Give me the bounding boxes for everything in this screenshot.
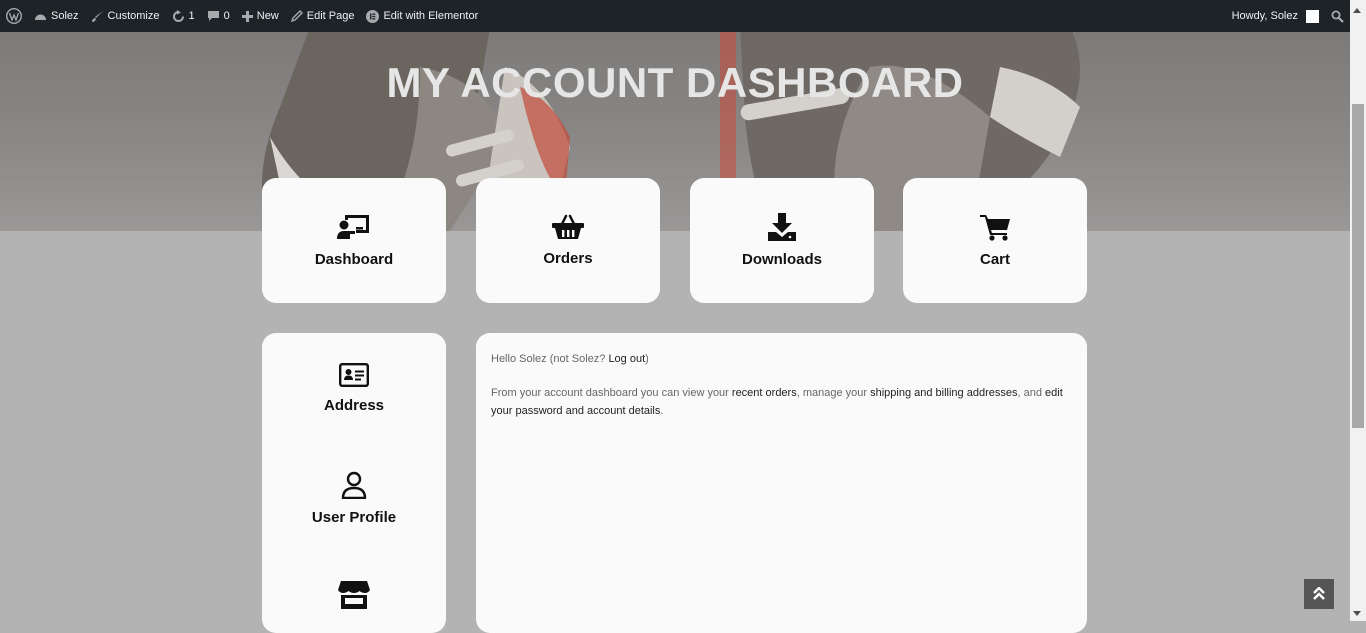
not-user-text: (not	[546, 353, 572, 365]
elementor-link[interactable]: Edit with Elementor	[360, 0, 484, 32]
dashboard-teacher-icon	[337, 215, 369, 239]
page-scrollbar[interactable]	[1350, 0, 1366, 621]
admin-bar: Solez Customize 1 0 New Edit Page Edit w…	[0, 0, 1350, 32]
new-content-link[interactable]: New	[236, 0, 285, 32]
avatar	[1306, 9, 1319, 23]
account-sidebar: Address User Profile	[262, 333, 446, 633]
intro-text-c: , and	[1017, 387, 1046, 399]
cart-label: Cart	[979, 251, 1010, 268]
elementor-icon	[366, 9, 380, 23]
comments-count: 0	[223, 10, 230, 22]
updates-count: 1	[188, 10, 195, 22]
orders-card[interactable]: Orders	[476, 178, 660, 303]
scroll-up-arrow-icon[interactable]	[1353, 8, 1361, 13]
orders-label: Orders	[543, 250, 593, 267]
search-icon	[1331, 10, 1344, 23]
howdy-label: Howdy, Solez	[1231, 10, 1298, 22]
comment-icon	[207, 11, 219, 21]
scroll-down-arrow-icon[interactable]	[1353, 611, 1361, 616]
intro-text-b: , manage your	[796, 387, 871, 399]
site-name-link[interactable]: Solez	[28, 0, 85, 32]
admin-search-button[interactable]	[1325, 0, 1350, 32]
new-label: New	[256, 10, 279, 22]
downloads-card[interactable]: Downloads	[690, 178, 874, 303]
user-outline-icon	[341, 471, 367, 499]
intro-paragraph: From your account dashboard you can view…	[491, 384, 1072, 420]
refresh-icon	[172, 9, 184, 22]
shopping-cart-icon	[980, 215, 1010, 241]
brush-icon	[91, 10, 103, 22]
address-label: Address	[323, 397, 385, 414]
dashboard-content: Hello Solez (not Solez? Log out) From yo…	[476, 333, 1087, 633]
wordpress-logo-icon[interactable]	[0, 0, 28, 32]
edit-page-label: Edit Page	[306, 10, 355, 22]
user-profile-label: User Profile	[311, 509, 397, 526]
basket-icon	[552, 214, 584, 239]
greeting-text: Hello	[491, 353, 520, 365]
site-name: Solez	[51, 10, 79, 22]
recent-orders-link[interactable]: recent orders	[732, 387, 797, 399]
store-link[interactable]	[262, 581, 446, 609]
edit-page-link[interactable]: Edit Page	[285, 0, 361, 32]
dashboard-card[interactable]: Dashboard	[262, 178, 446, 303]
plus-icon	[241, 10, 253, 22]
back-to-top-button[interactable]	[1304, 579, 1334, 609]
close-paren: )	[645, 353, 649, 365]
greeting-username: Solez	[519, 353, 547, 365]
scroll-thumb[interactable]	[1352, 104, 1364, 428]
updates-link[interactable]: 1	[166, 0, 201, 32]
address-card-icon	[339, 363, 369, 387]
user-profile-link[interactable]: User Profile	[262, 471, 446, 526]
intro-text-a: From your account dashboard you can view…	[491, 387, 732, 399]
downloads-label: Downloads	[741, 251, 822, 268]
customize-label: Customize	[107, 10, 160, 22]
addresses-link[interactable]: shipping and billing addresses	[870, 387, 1017, 399]
hero-banner: MY ACCOUNT DASHBOARD	[0, 27, 1350, 231]
intro-text-d: .	[660, 405, 664, 417]
cart-card[interactable]: Cart	[903, 178, 1087, 303]
my-account-menu[interactable]: Howdy, Solez	[1226, 0, 1325, 32]
dashboard-gauge-icon	[35, 14, 46, 20]
pencil-icon	[290, 10, 303, 22]
customize-link[interactable]: Customize	[85, 0, 166, 32]
dashboard-label: Dashboard	[314, 251, 394, 268]
greeting-paragraph: Hello Solez (not Solez? Log out)	[491, 350, 1072, 368]
address-link[interactable]: Address	[262, 363, 446, 414]
double-chevron-up-icon	[1313, 587, 1325, 600]
store-icon	[338, 581, 370, 609]
page-title: MY ACCOUNT DASHBOARD	[386, 59, 964, 106]
logout-link[interactable]: Log out	[608, 353, 645, 365]
comments-link[interactable]: 0	[201, 0, 236, 32]
elementor-label: Edit with Elementor	[383, 10, 479, 22]
download-icon	[768, 213, 796, 241]
not-username: Solez?	[571, 353, 609, 365]
